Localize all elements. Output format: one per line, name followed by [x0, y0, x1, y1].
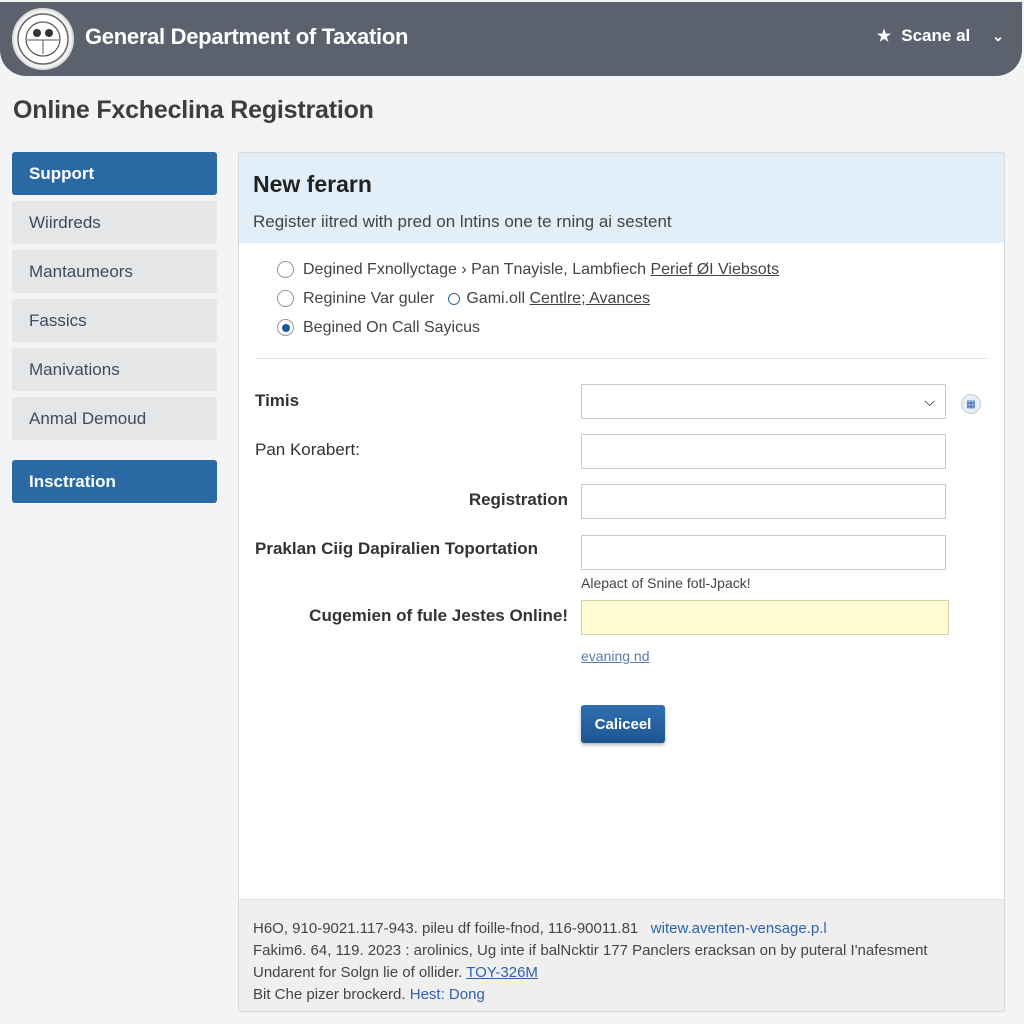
panel-header: New ferarn Register iitred with pred on …	[239, 153, 1004, 243]
panel-footer: H6O, 910-9021.117-943. pileu df foille-f…	[239, 899, 1004, 1011]
department-seal-logo[interactable]	[12, 8, 74, 70]
evaning-link[interactable]: evaning nd	[581, 648, 650, 664]
footer-line: Bit Che pizer brockerd. Hest: Dong	[253, 984, 990, 1006]
footer-code-link[interactable]: TOY-326M	[466, 964, 538, 981]
panel-subtitle: Register iitred with pred on lntins one …	[253, 212, 672, 231]
divider	[255, 358, 988, 359]
footer-text: Undarent for Solgn lie of ollider.	[253, 964, 463, 981]
radio-option-1[interactable]	[277, 261, 294, 278]
cugemien-input[interactable]	[581, 600, 949, 635]
chevron-down-icon: ⌵	[924, 393, 935, 409]
praklan-input[interactable]	[581, 535, 946, 570]
footer-line: Fakim6. 64, 119. 2023 : arolinics, Ug in…	[253, 942, 928, 959]
option-row: Reginine Var guler Gami.oll Centlre; Ava…	[277, 284, 1004, 313]
sidebar-item-manivations[interactable]: Manivations	[12, 348, 217, 391]
option-extra: Gami.oll	[466, 289, 526, 307]
field-label-cugemien: Cugemien of fule Jestes Online!	[309, 606, 568, 625]
field-hint: Alepact of Snine fotl-Jpack!	[581, 575, 751, 591]
footer-line: Undarent for Solgn lie of ollider. TOY-3…	[253, 962, 990, 984]
option-label: Reginine Var guler	[303, 289, 435, 307]
radio-option-3[interactable]	[277, 319, 294, 336]
footer-host-link[interactable]: Hest: Dong	[410, 986, 485, 1003]
radio-option-2[interactable]	[277, 290, 294, 307]
registration-type-options: Degined Fxnollyctage › Pan Tnayisle, Lam…	[239, 243, 1004, 342]
field-label-pan-korabert: Pan Korabert:	[255, 440, 360, 459]
option-extra: › Pan Tnayisle, Lambfiech	[461, 260, 647, 278]
field-label-registration: Registration	[468, 490, 568, 509]
pan-korabert-input[interactable]	[581, 434, 946, 469]
user-menu[interactable]: ★ Scane al ⌄	[877, 26, 1004, 46]
page-title: Online Fxcheclina Registration	[13, 96, 374, 124]
option-label: Begined On Call Sayicus	[303, 318, 480, 336]
panel-title: New ferarn	[253, 171, 372, 197]
option-row: Begined On Call Sayicus	[277, 313, 1004, 342]
registration-input[interactable]	[581, 484, 946, 519]
option-link[interactable]: Perief ØI Viebsots	[650, 261, 779, 279]
field-label-praklan: Praklan Ciig Dapiralien Toportation	[255, 539, 539, 558]
sidebar-item-fassics[interactable]: Fassics	[12, 299, 217, 342]
sidebar-item-anmal-demoud[interactable]: Anmal Demoud	[12, 397, 217, 440]
option-label: Degined Fxnollyctage	[303, 260, 457, 278]
option-link[interactable]: Centlre; Avances	[529, 290, 650, 308]
footer-text: H6O, 910-9021.117-943. pileu df foille-f…	[253, 920, 639, 937]
registration-panel: New ferarn Register iitred with pred on …	[238, 152, 1005, 1012]
sidebar-item-support[interactable]: Support	[12, 152, 217, 195]
top-header-bar: General Department of Taxation ★ Scane a…	[0, 2, 1022, 76]
sidebar-item-insctration[interactable]: Insctration	[12, 460, 217, 503]
footer-text: Bit Che pizer brockerd.	[253, 986, 406, 1003]
field-label-timis: Timis	[255, 391, 300, 410]
radio-option-2b[interactable]	[448, 292, 461, 305]
option-row: Degined Fxnollyctage › Pan Tnayisle, Lam…	[277, 255, 1004, 284]
timis-select[interactable]: ⌵	[581, 384, 946, 419]
sidebar: Support Wiirdreds Mantaumeors Fassics Ma…	[12, 152, 217, 509]
star-badge-icon: ★	[876, 28, 892, 45]
chevron-down-icon: ⌄	[992, 27, 1004, 44]
sidebar-item-wiirdreds[interactable]: Wiirdreds	[12, 201, 217, 244]
footer-line: H6O, 910-9021.117-943. pileu df foille-f…	[253, 918, 990, 940]
info-grid-icon[interactable]: ▦	[961, 394, 981, 414]
sidebar-item-mantaumeors[interactable]: Mantaumeors	[12, 250, 217, 293]
footer-website-link[interactable]: witew.aventen-vensage.p.l	[651, 920, 827, 937]
submit-button[interactable]: Caliceel	[581, 705, 665, 743]
app-title: General Department of Taxation	[85, 24, 409, 49]
user-name: Scane al	[901, 26, 971, 45]
